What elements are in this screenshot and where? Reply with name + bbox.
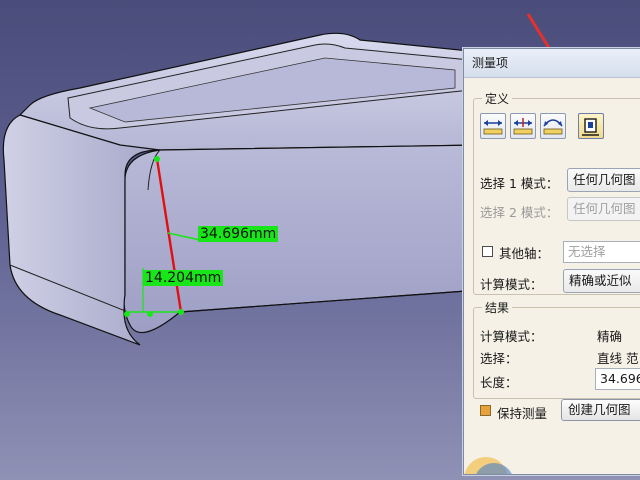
measure-point xyxy=(124,311,130,317)
selection1-mode-label: 选择 1 模式： xyxy=(480,176,559,191)
measure-item-icon xyxy=(582,118,599,136)
measure-point xyxy=(154,156,160,162)
measure-point xyxy=(178,309,184,315)
other-axis-label: 其他轴： xyxy=(499,246,550,261)
result-length-field[interactable]: 34.696 xyxy=(595,368,640,390)
create-geometry-button[interactable]: 创建几何图 xyxy=(561,399,640,421)
result-selection-label: 选择： xyxy=(480,351,518,366)
result-group-title: 结果 xyxy=(482,299,513,316)
measure-between-chain-button[interactable] xyxy=(510,113,536,139)
other-axis-field[interactable]: 无选择 xyxy=(563,241,640,263)
result-length-label: 长度： xyxy=(480,375,518,390)
selection2-mode-label: 选择 2 模式： xyxy=(480,205,559,220)
dialog-title[interactable]: 测量项 xyxy=(464,49,640,78)
measure-between-fan-icon xyxy=(543,119,563,135)
keep-measure-checkbox[interactable] xyxy=(480,405,491,416)
result-calc-mode-label: 计算模式： xyxy=(480,329,543,344)
other-axis-checkbox[interactable] xyxy=(482,246,493,257)
selection1-mode-combo[interactable]: 任何几何图 xyxy=(567,168,640,192)
box-front-face xyxy=(123,144,481,334)
measure-between-fan-button[interactable] xyxy=(540,113,566,139)
definition-group-title: 定义 xyxy=(482,90,513,107)
measure-item-button[interactable] xyxy=(578,113,604,139)
result-calc-mode-value: 精确 xyxy=(597,329,623,344)
measure-between-chain-icon xyxy=(513,118,533,135)
app-logo xyxy=(464,457,512,474)
calc-mode-label: 计算模式： xyxy=(480,277,543,292)
measure-point xyxy=(147,311,153,317)
result-selection-value: 直线 范 xyxy=(597,351,639,366)
length-dimension-label[interactable]: 34.696mm xyxy=(198,226,279,242)
keep-measure-label: 保持测量 xyxy=(497,406,548,421)
distance-dimension-label[interactable]: 14.204mm xyxy=(143,270,224,286)
measure-between-icon xyxy=(483,120,503,135)
measure-between-button[interactable] xyxy=(480,113,506,139)
selection2-mode-combo[interactable]: 任何几何图 xyxy=(567,197,640,221)
calc-mode-combo[interactable]: 精确或近似 xyxy=(563,269,640,293)
measure-item-dialog: 测量项 定义 选择 1 模式： 任何几何图 选择 2 模式： 任何几何图 其他轴… xyxy=(463,48,640,475)
